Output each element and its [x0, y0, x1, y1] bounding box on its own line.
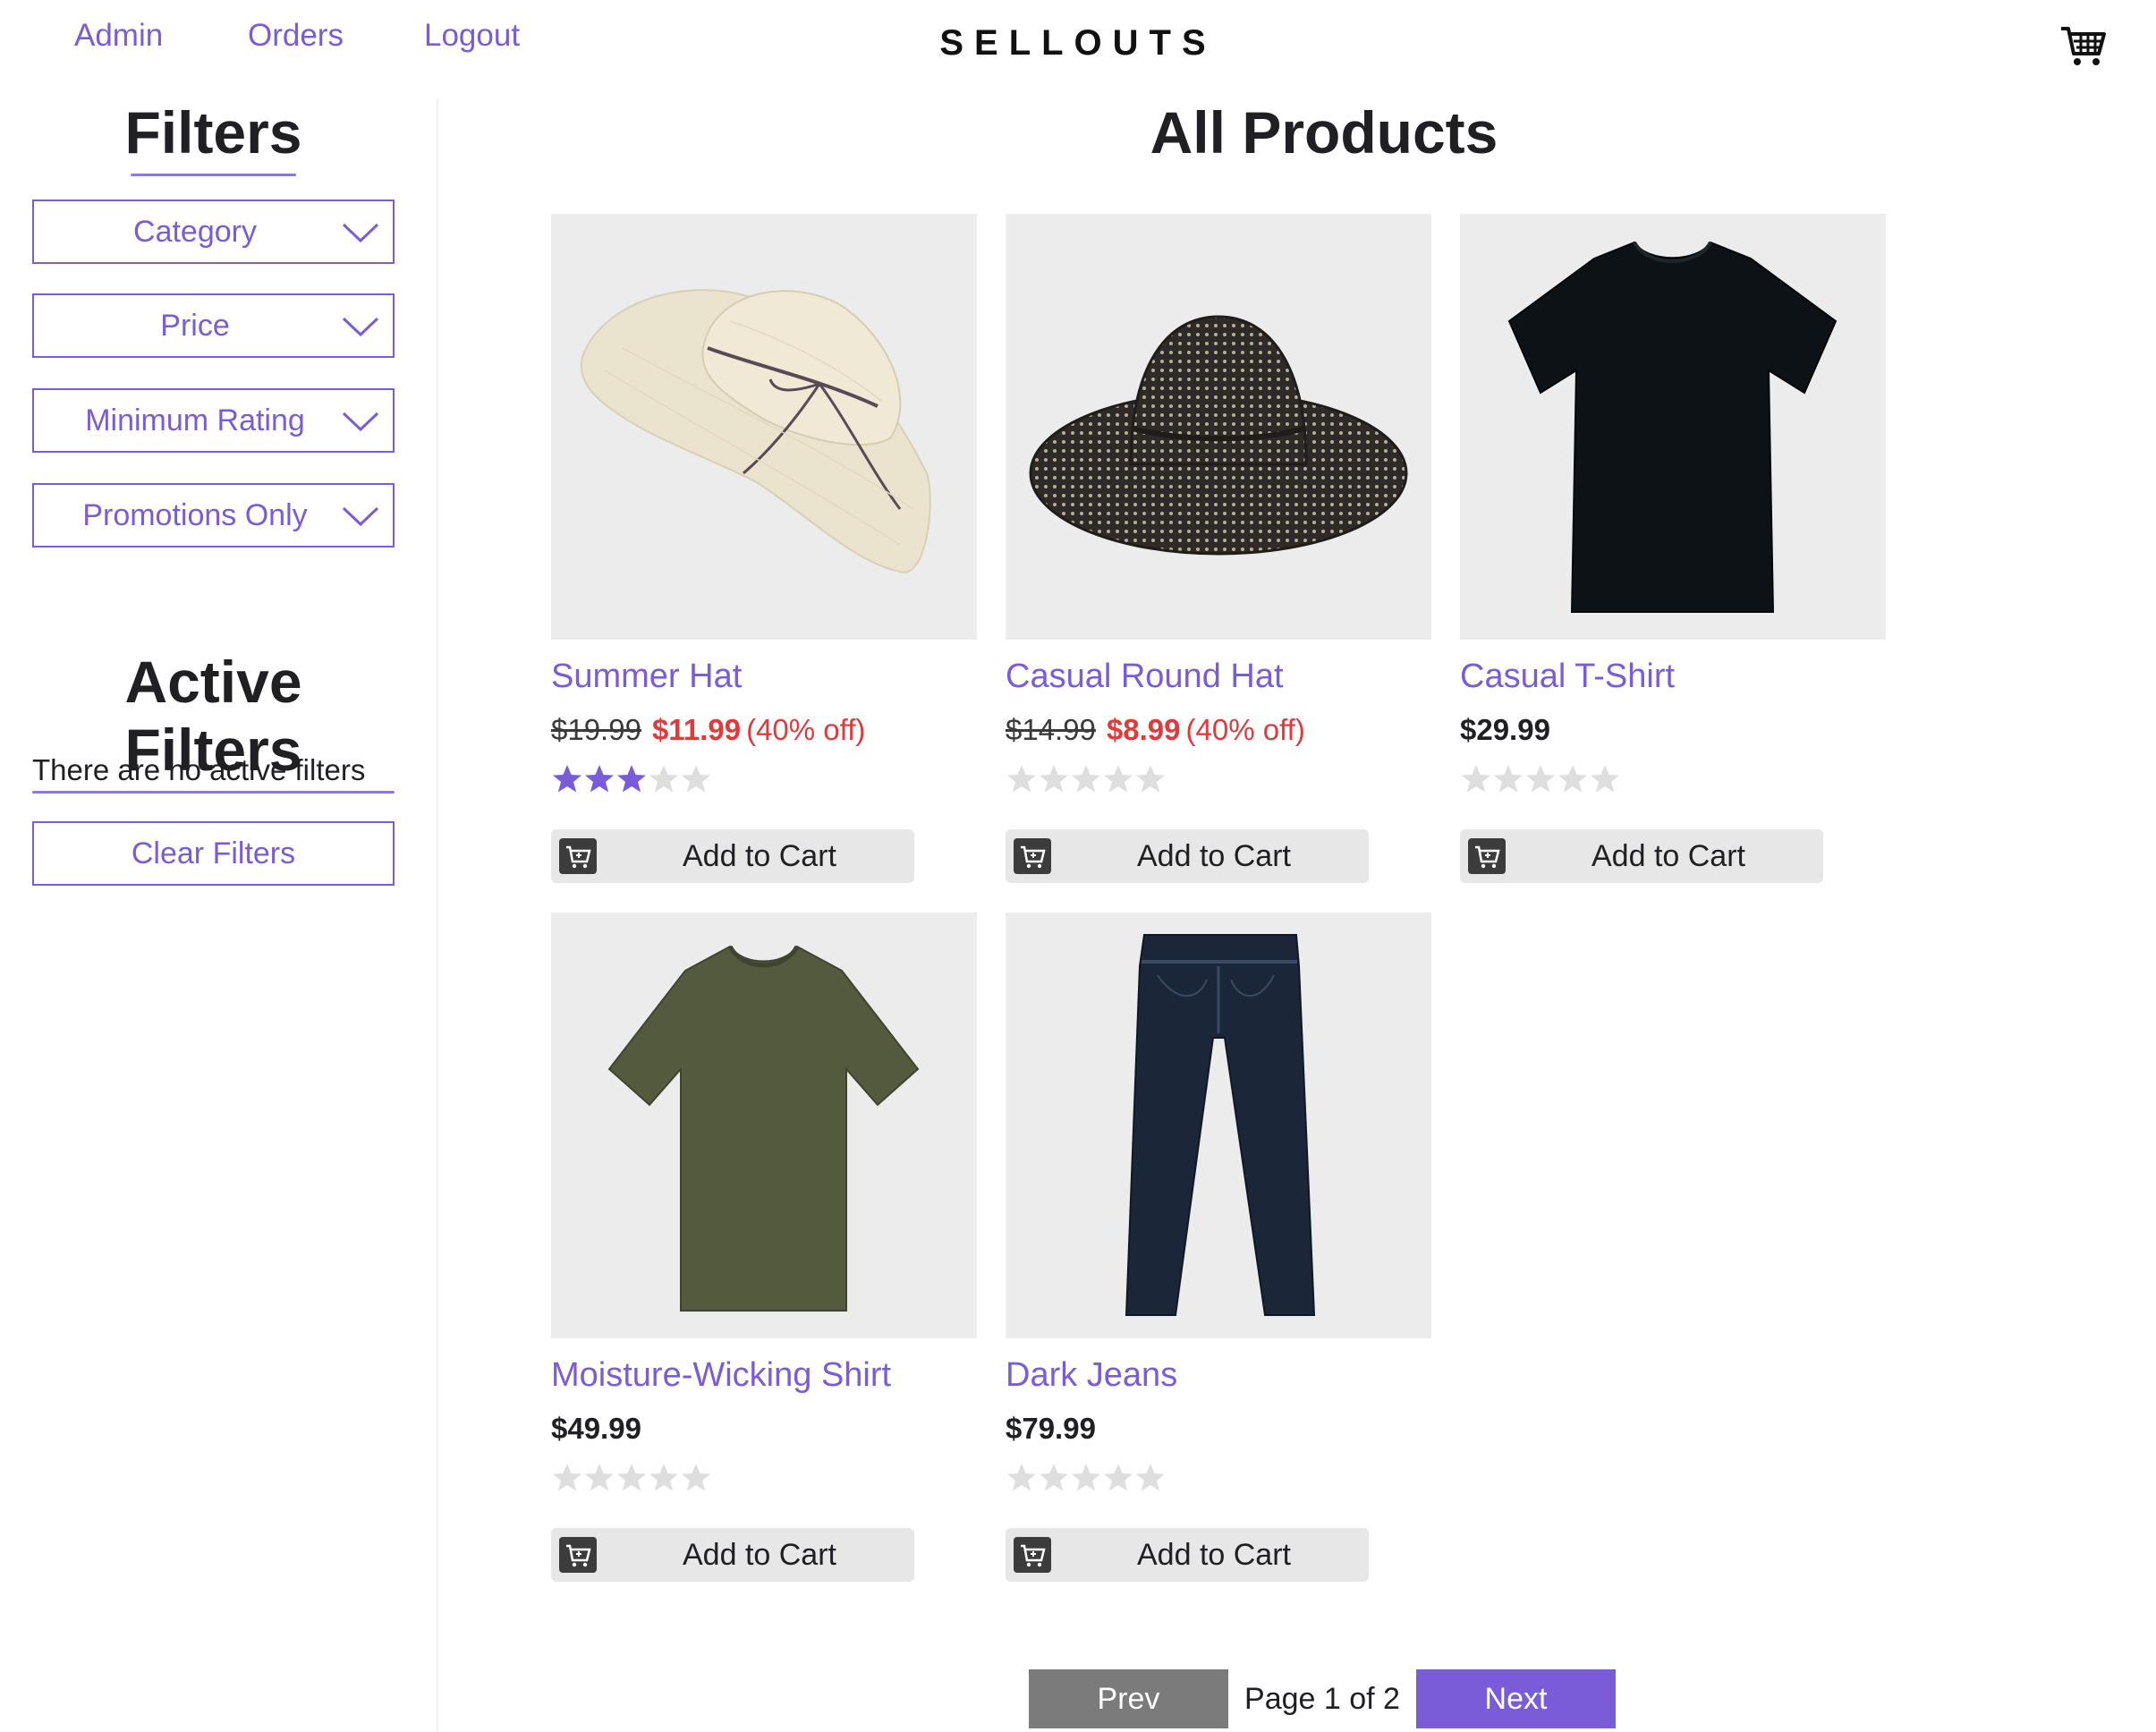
star-empty-icon: [1591, 765, 1619, 793]
star-empty-icon: [682, 1464, 710, 1491]
star-empty-icon: [1104, 1464, 1133, 1491]
original-price: $19.99: [551, 713, 641, 746]
star-empty-icon: [649, 1464, 678, 1491]
cart-icon: [1468, 838, 1506, 874]
add-to-cart-label: Add to Cart: [683, 839, 836, 873]
product-name[interactable]: Moisture-Wicking Shirt: [551, 1356, 891, 1395]
star-empty-icon: [1007, 1464, 1036, 1491]
product-name[interactable]: Summer Hat: [551, 658, 742, 696]
star-filled-icon: [585, 765, 614, 793]
star-empty-icon: [1072, 765, 1100, 793]
product-name[interactable]: Casual Round Hat: [1006, 658, 1284, 696]
filters-heading: Filters: [32, 98, 395, 176]
star-empty-icon: [553, 1464, 581, 1491]
star-empty-icon: [1040, 765, 1068, 793]
star-empty-icon: [1040, 1464, 1068, 1491]
star-rating: [1006, 763, 1167, 799]
star-empty-icon: [682, 765, 710, 793]
product-card: Casual T-Shirt $29.99 Add to Cart: [1460, 214, 1886, 912]
product-name[interactable]: Dark Jeans: [1006, 1356, 1177, 1395]
cart-icon: [559, 838, 597, 874]
product-price: $14.99 $8.99 (40% off): [1006, 713, 1305, 747]
cart-icon: [1014, 838, 1051, 874]
chevron-down-icon: [342, 506, 379, 527]
star-empty-icon: [617, 1464, 646, 1491]
star-empty-icon: [1558, 765, 1587, 793]
next-page-button[interactable]: Next: [1416, 1669, 1616, 1728]
straw-hat-image[interactable]: [551, 214, 977, 640]
product-name[interactable]: Casual T-Shirt: [1460, 658, 1675, 696]
star-empty-icon: [585, 1464, 614, 1491]
chevron-down-icon: [342, 317, 379, 337]
add-to-cart-label: Add to Cart: [1137, 839, 1291, 873]
add-to-cart-label: Add to Cart: [683, 1538, 836, 1572]
cart-icon: [1014, 1537, 1051, 1573]
star-empty-icon: [1136, 1464, 1165, 1491]
product-card: Moisture-Wicking Shirt $49.99 Add to Car…: [551, 913, 977, 1610]
regular-price: $29.99: [1460, 713, 1550, 746]
star-empty-icon: [649, 765, 678, 793]
filter-label: Category: [133, 215, 257, 249]
olive-shirt-image[interactable]: [551, 913, 977, 1338]
product-price: $49.99: [551, 1412, 641, 1446]
star-rating: [551, 1462, 712, 1498]
filter-label: Promotions Only: [82, 498, 308, 532]
product-price: $19.99 $11.99 (40% off): [551, 713, 865, 747]
sale-price: $11.99: [651, 713, 742, 746]
add-to-cart-button[interactable]: Add to Cart: [551, 829, 914, 883]
star-rating: [551, 763, 712, 799]
star-filled-icon: [617, 765, 646, 793]
prev-page-button[interactable]: Prev: [1029, 1669, 1228, 1728]
add-to-cart-button[interactable]: Add to Cart: [1460, 829, 1823, 883]
chevron-down-icon: [342, 412, 379, 432]
filter-dropdown-price[interactable]: Price: [32, 293, 395, 358]
star-empty-icon: [1494, 765, 1523, 793]
star-empty-icon: [1526, 765, 1555, 793]
bucket-hat-image[interactable]: [1006, 214, 1431, 640]
brand-logo[interactable]: SELLOUTS: [0, 23, 2156, 64]
filter-dropdown-category[interactable]: Category: [32, 200, 395, 264]
sale-price: $8.99: [1106, 713, 1181, 746]
regular-price: $49.99: [551, 1412, 641, 1445]
filters-heading-underline: [131, 174, 296, 176]
product-card: Dark Jeans $79.99 Add to Cart: [1006, 913, 1431, 1610]
discount-label: (40% off): [746, 713, 866, 746]
cart-icon[interactable]: [2059, 25, 2106, 68]
black-tshirt-image[interactable]: [1460, 214, 1886, 640]
star-rating: [1006, 1462, 1167, 1498]
add-to-cart-button[interactable]: Add to Cart: [1006, 1528, 1369, 1582]
original-price: $14.99: [1006, 713, 1096, 746]
add-to-cart-label: Add to Cart: [1592, 839, 1745, 873]
active-filters-underline: [32, 791, 395, 794]
product-card: Summer Hat $19.99 $11.99 (40% off) Add to …: [551, 214, 977, 912]
filters-heading-text: Filters: [124, 99, 302, 166]
page-indicator: Page 1 of 2: [1244, 1682, 1400, 1716]
filter-label: Minimum Rating: [85, 403, 305, 437]
product-price: $79.99: [1006, 1412, 1096, 1446]
clear-filters-button[interactable]: Clear Filters: [32, 821, 395, 886]
jeans-image[interactable]: [1006, 913, 1431, 1338]
add-to-cart-label: Add to Cart: [1137, 1538, 1291, 1572]
no-active-filters-text: There are no active filters: [32, 753, 366, 786]
filter-dropdown-promotions-only[interactable]: Promotions Only: [32, 483, 395, 548]
star-empty-icon: [1104, 765, 1133, 793]
star-filled-icon: [553, 765, 581, 793]
filter-dropdown-minimum-rating[interactable]: Minimum Rating: [32, 388, 395, 453]
star-empty-icon: [1072, 1464, 1100, 1491]
star-empty-icon: [1007, 765, 1036, 793]
cart-icon: [559, 1537, 597, 1573]
product-price: $29.99: [1460, 713, 1550, 747]
regular-price: $79.99: [1006, 1412, 1096, 1445]
star-empty-icon: [1136, 765, 1165, 793]
star-rating: [1460, 763, 1621, 799]
discount-label: (40% off): [1185, 713, 1305, 746]
add-to-cart-button[interactable]: Add to Cart: [1006, 829, 1369, 883]
page-title: All Products: [1150, 99, 1498, 166]
star-empty-icon: [1462, 765, 1490, 793]
add-to-cart-button[interactable]: Add to Cart: [551, 1528, 914, 1582]
filter-label: Price: [160, 309, 230, 343]
chevron-down-icon: [342, 223, 379, 243]
product-card: Casual Round Hat $14.99 $8.99 (40% off) Ad…: [1006, 214, 1431, 912]
